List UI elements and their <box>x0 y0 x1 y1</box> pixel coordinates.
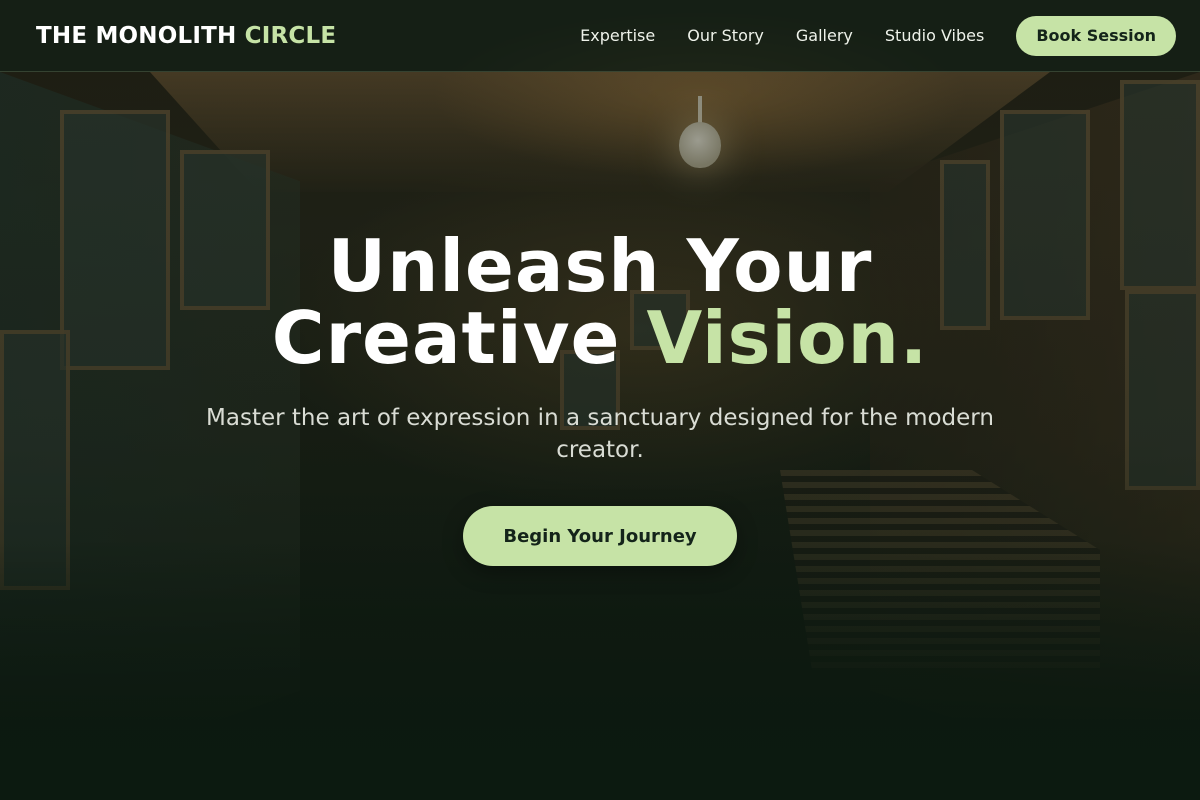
hero-title: Unleash Your Creative Vision. <box>0 230 1200 374</box>
brand-name: THE MONOLITH <box>36 22 237 49</box>
hero-title-line2: Creative <box>271 296 621 380</box>
nav-link-studio-vibes[interactable]: Studio Vibes <box>885 26 984 45</box>
nav-link-our-story[interactable]: Our Story <box>687 26 764 45</box>
hero-title-accent: Vision. <box>646 296 929 380</box>
nav-link-gallery[interactable]: Gallery <box>796 26 853 45</box>
hero-section: Unleash Your Creative Vision. Master the… <box>0 230 1200 566</box>
brand-logo[interactable]: THE MONOLITH CIRCLE <box>36 23 336 49</box>
brand-accent: CIRCLE <box>244 22 337 49</box>
nav-link-expertise[interactable]: Expertise <box>580 26 655 45</box>
main-nav: Expertise Our Story Gallery Studio Vibes… <box>580 15 1176 56</box>
hero-subtitle: Master the art of expression in a sanctu… <box>206 405 994 463</box>
begin-journey-button[interactable]: Begin Your Journey <box>463 506 737 566</box>
book-session-button[interactable]: Book Session <box>1016 15 1176 56</box>
site-header: THE MONOLITH CIRCLE Expertise Our Story … <box>0 0 1200 72</box>
